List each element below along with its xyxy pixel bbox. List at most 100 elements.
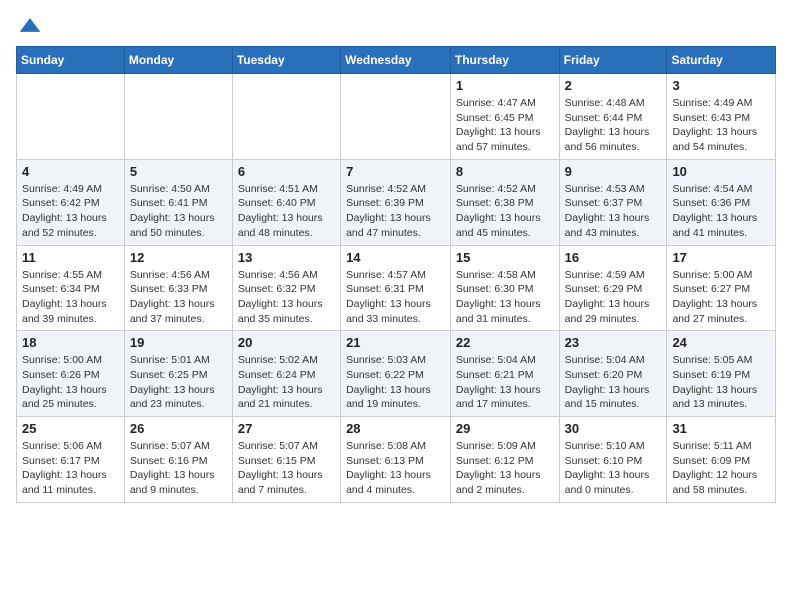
day-info: Sunrise: 4:47 AM Sunset: 6:45 PM Dayligh… bbox=[456, 96, 554, 155]
day-info: Sunrise: 4:56 AM Sunset: 6:32 PM Dayligh… bbox=[238, 268, 335, 327]
day-number: 11 bbox=[22, 250, 119, 265]
day-info: Sunrise: 5:02 AM Sunset: 6:24 PM Dayligh… bbox=[238, 353, 335, 412]
calendar-cell: 21Sunrise: 5:03 AM Sunset: 6:22 PM Dayli… bbox=[341, 331, 451, 417]
logo-icon bbox=[18, 16, 42, 34]
day-header-saturday: Saturday bbox=[667, 47, 776, 74]
day-number: 28 bbox=[346, 421, 445, 436]
day-number: 29 bbox=[456, 421, 554, 436]
calendar-cell: 25 Sunrise: 5:06 AM Sunset: 6:17 PM Dayli… bbox=[17, 417, 125, 503]
day-info: Sunrise: 4:49 AM Sunset: 6:42 PM Dayligh… bbox=[22, 182, 119, 241]
calendar-cell: 16 Sunrise: 4:59 AM Sunset: 6:29 PM Dayli… bbox=[559, 245, 667, 331]
calendar-cell: 23 Sunrise: 5:04 AM Sunset: 6:20 PM Dayli… bbox=[559, 331, 667, 417]
day-info: Sunrise: 4:56 AM Sunset: 6:33 PM Dayligh… bbox=[130, 268, 227, 327]
day-info: Sunrise: 5:00 AM Sunset: 6:26 PM Dayligh… bbox=[22, 353, 119, 412]
day-number: 30 bbox=[565, 421, 662, 436]
day-number: 8 bbox=[456, 164, 554, 179]
day-number: 22 bbox=[456, 335, 554, 350]
day-info: Sunrise: 5:09 AM Sunset: 6:12 PM Dayligh… bbox=[456, 439, 554, 498]
day-info: Sunrise: 4:50 AM Sunset: 6:41 PM Dayligh… bbox=[130, 182, 227, 241]
logo bbox=[16, 16, 42, 34]
day-info: Sunrise: 4:54 AM Sunset: 6:36 PM Dayligh… bbox=[672, 182, 770, 241]
day-number: 1 bbox=[456, 78, 554, 93]
day-info: Sunrise: 5:08 AM Sunset: 6:13 PM Dayligh… bbox=[346, 439, 445, 498]
calendar-cell: 8 Sunrise: 4:52 AM Sunset: 6:38 PM Daylig… bbox=[450, 159, 559, 245]
day-info: Sunrise: 5:00 AM Sunset: 6:27 PM Dayligh… bbox=[672, 268, 770, 327]
day-number: 2 bbox=[565, 78, 662, 93]
calendar-cell: 11 Sunrise: 4:55 AM Sunset: 6:34 PM Dayli… bbox=[17, 245, 125, 331]
day-info: Sunrise: 4:53 AM Sunset: 6:37 PM Dayligh… bbox=[565, 182, 662, 241]
day-number: 16 bbox=[565, 250, 662, 265]
day-header-friday: Friday bbox=[559, 47, 667, 74]
calendar-cell bbox=[17, 74, 125, 160]
day-info: Sunrise: 5:05 AM Sunset: 6:19 PM Dayligh… bbox=[672, 353, 770, 412]
page-header bbox=[16, 16, 776, 34]
calendar-week-5: 25 Sunrise: 5:06 AM Sunset: 6:17 PM Dayli… bbox=[17, 417, 776, 503]
day-number: 26 bbox=[130, 421, 227, 436]
day-number: 27 bbox=[238, 421, 335, 436]
day-info: Sunrise: 4:58 AM Sunset: 6:30 PM Dayligh… bbox=[456, 268, 554, 327]
day-info: Sunrise: 5:07 AM Sunset: 6:16 PM Dayligh… bbox=[130, 439, 227, 498]
calendar-cell: 30Sunrise: 5:10 AM Sunset: 6:10 PM Dayli… bbox=[559, 417, 667, 503]
calendar-cell: 24Sunrise: 5:05 AM Sunset: 6:19 PM Dayli… bbox=[667, 331, 776, 417]
day-number: 17 bbox=[672, 250, 770, 265]
day-info: Sunrise: 4:51 AM Sunset: 6:40 PM Dayligh… bbox=[238, 182, 335, 241]
day-number: 31 bbox=[672, 421, 770, 436]
calendar-header-row: SundayMondayTuesdayWednesdayThursdayFrid… bbox=[17, 47, 776, 74]
day-number: 21 bbox=[346, 335, 445, 350]
calendar-cell: 13 Sunrise: 4:56 AM Sunset: 6:32 PM Dayli… bbox=[232, 245, 340, 331]
calendar-cell: 14 Sunrise: 4:57 AM Sunset: 6:31 PM Dayli… bbox=[341, 245, 451, 331]
day-number: 4 bbox=[22, 164, 119, 179]
day-number: 13 bbox=[238, 250, 335, 265]
day-info: Sunrise: 5:06 AM Sunset: 6:17 PM Dayligh… bbox=[22, 439, 119, 498]
day-info: Sunrise: 4:48 AM Sunset: 6:44 PM Dayligh… bbox=[565, 96, 662, 155]
calendar-cell: 6 Sunrise: 4:51 AM Sunset: 6:40 PM Daylig… bbox=[232, 159, 340, 245]
day-info: Sunrise: 4:59 AM Sunset: 6:29 PM Dayligh… bbox=[565, 268, 662, 327]
calendar-cell: 9 Sunrise: 4:53 AM Sunset: 6:37 PM Daylig… bbox=[559, 159, 667, 245]
day-header-wednesday: Wednesday bbox=[341, 47, 451, 74]
day-info: Sunrise: 5:04 AM Sunset: 6:21 PM Dayligh… bbox=[456, 353, 554, 412]
calendar-week-1: 1 Sunrise: 4:47 AM Sunset: 6:45 PM Daylig… bbox=[17, 74, 776, 160]
calendar-cell: 17 Sunrise: 5:00 AM Sunset: 6:27 PM Dayli… bbox=[667, 245, 776, 331]
day-number: 6 bbox=[238, 164, 335, 179]
calendar-cell bbox=[124, 74, 232, 160]
calendar-cell bbox=[232, 74, 340, 160]
day-header-monday: Monday bbox=[124, 47, 232, 74]
day-number: 12 bbox=[130, 250, 227, 265]
calendar-cell bbox=[341, 74, 451, 160]
calendar-week-4: 18 Sunrise: 5:00 AM Sunset: 6:26 PM Dayli… bbox=[17, 331, 776, 417]
calendar-cell: 20 Sunrise: 5:02 AM Sunset: 6:24 PM Dayli… bbox=[232, 331, 340, 417]
calendar-cell: 10 Sunrise: 4:54 AM Sunset: 6:36 PM Dayli… bbox=[667, 159, 776, 245]
day-info: Sunrise: 4:57 AM Sunset: 6:31 PM Dayligh… bbox=[346, 268, 445, 327]
day-info: Sunrise: 5:11 AM Sunset: 6:09 PM Dayligh… bbox=[672, 439, 770, 498]
day-number: 23 bbox=[565, 335, 662, 350]
calendar-cell: 15 Sunrise: 4:58 AM Sunset: 6:30 PM Dayli… bbox=[450, 245, 559, 331]
calendar-cell: 1 Sunrise: 4:47 AM Sunset: 6:45 PM Daylig… bbox=[450, 74, 559, 160]
day-header-thursday: Thursday bbox=[450, 47, 559, 74]
calendar-cell: 22 Sunrise: 5:04 AM Sunset: 6:21 PM Dayli… bbox=[450, 331, 559, 417]
day-number: 25 bbox=[22, 421, 119, 436]
day-header-tuesday: Tuesday bbox=[232, 47, 340, 74]
day-number: 9 bbox=[565, 164, 662, 179]
day-info: Sunrise: 5:07 AM Sunset: 6:15 PM Dayligh… bbox=[238, 439, 335, 498]
day-number: 14 bbox=[346, 250, 445, 265]
calendar-week-3: 11 Sunrise: 4:55 AM Sunset: 6:34 PM Dayli… bbox=[17, 245, 776, 331]
day-number: 15 bbox=[456, 250, 554, 265]
calendar-cell: 31 Sunrise: 5:11 AM Sunset: 6:09 PM Dayli… bbox=[667, 417, 776, 503]
calendar-cell: 29 Sunrise: 5:09 AM Sunset: 6:12 PM Dayli… bbox=[450, 417, 559, 503]
day-info: Sunrise: 4:52 AM Sunset: 6:39 PM Dayligh… bbox=[346, 182, 445, 241]
day-number: 18 bbox=[22, 335, 119, 350]
day-number: 10 bbox=[672, 164, 770, 179]
day-number: 20 bbox=[238, 335, 335, 350]
day-info: Sunrise: 5:01 AM Sunset: 6:25 PM Dayligh… bbox=[130, 353, 227, 412]
day-number: 3 bbox=[672, 78, 770, 93]
day-info: Sunrise: 4:49 AM Sunset: 6:43 PM Dayligh… bbox=[672, 96, 770, 155]
calendar-cell: 5Sunrise: 4:50 AM Sunset: 6:41 PM Daylig… bbox=[124, 159, 232, 245]
day-number: 7 bbox=[346, 164, 445, 179]
calendar-cell: 3 Sunrise: 4:49 AM Sunset: 6:43 PM Daylig… bbox=[667, 74, 776, 160]
day-info: Sunrise: 4:55 AM Sunset: 6:34 PM Dayligh… bbox=[22, 268, 119, 327]
day-info: Sunrise: 4:52 AM Sunset: 6:38 PM Dayligh… bbox=[456, 182, 554, 241]
calendar-cell: 2 Sunrise: 4:48 AM Sunset: 6:44 PM Daylig… bbox=[559, 74, 667, 160]
day-info: Sunrise: 5:04 AM Sunset: 6:20 PM Dayligh… bbox=[565, 353, 662, 412]
day-header-sunday: Sunday bbox=[17, 47, 125, 74]
calendar-cell: 26 Sunrise: 5:07 AM Sunset: 6:16 PM Dayli… bbox=[124, 417, 232, 503]
